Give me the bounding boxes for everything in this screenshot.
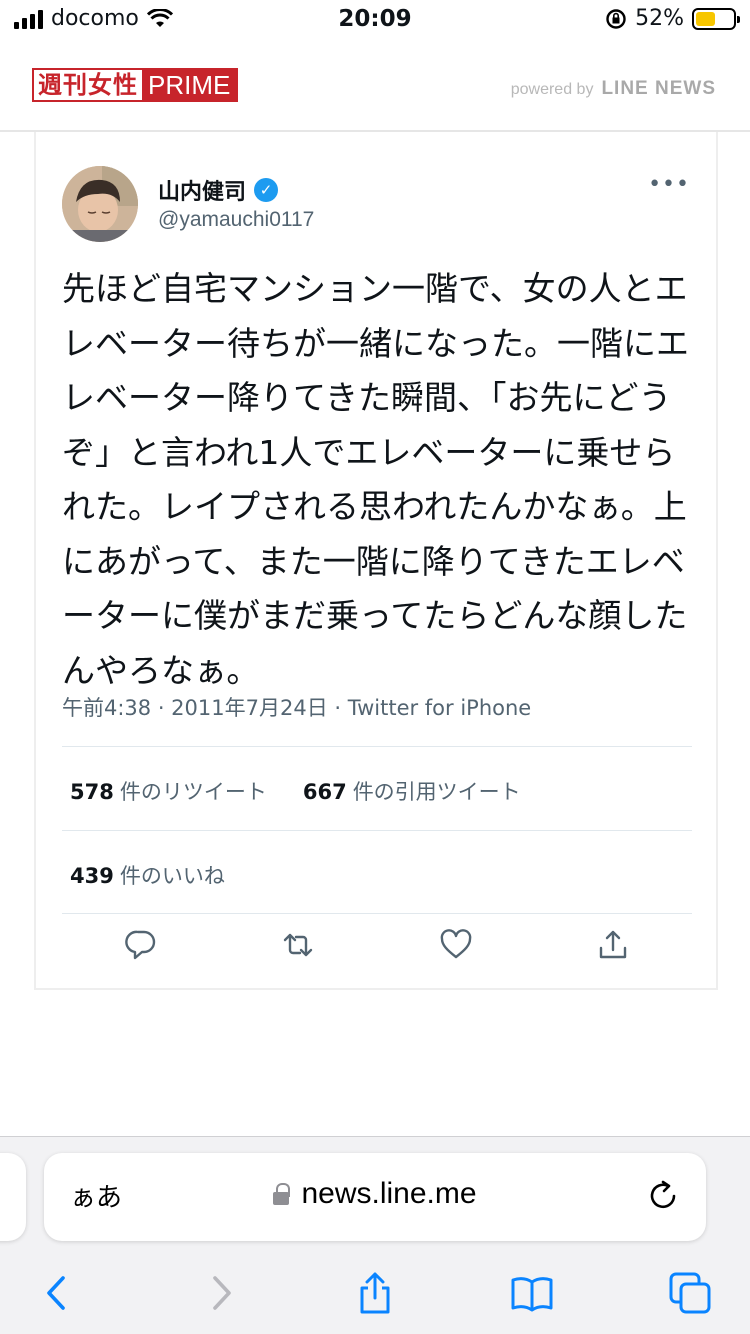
verified-badge-icon: ✓ xyxy=(254,178,279,202)
tabs-icon xyxy=(669,1272,711,1314)
author-name-text: 山内健司 xyxy=(158,180,247,205)
forward-icon xyxy=(213,1276,231,1310)
reply-icon[interactable] xyxy=(124,928,158,962)
avatar-image xyxy=(62,166,138,242)
tweet-actions xyxy=(62,928,692,962)
retweets-label: 件のリツイート xyxy=(119,780,267,804)
share-icon xyxy=(360,1272,390,1314)
battery-percent: 52% xyxy=(635,6,684,31)
battery-level xyxy=(696,11,715,26)
quotes-stat[interactable]: 667 件の引用ツイート xyxy=(303,776,521,806)
likes-stats: 439 件のいいね xyxy=(70,860,225,890)
address-bar[interactable]: ぁあ news.line.me xyxy=(44,1153,706,1241)
url-text: news.line.me xyxy=(301,1177,477,1210)
site-logo[interactable]: 週刊女性 PRIME xyxy=(32,68,239,102)
quotes-label: 件の引用ツイート xyxy=(352,780,521,804)
divider xyxy=(62,746,692,747)
tweet-text: 先ほど自宅マンション一階で、女の人とエレベーター待ちが一緒になった。一階にエレベ… xyxy=(62,269,689,690)
like-icon[interactable] xyxy=(439,928,473,962)
bookmarks-icon xyxy=(511,1277,553,1312)
status-bar: docomo 20:09 52% xyxy=(0,0,750,40)
tweet-timestamp[interactable]: 午前4:38 · 2011年7月24日 · Twitter for iPhone xyxy=(62,692,531,722)
previous-tab-preview[interactable] xyxy=(0,1153,26,1241)
powered-by: powered by LINE NEWS xyxy=(511,78,716,100)
more-options-icon[interactable]: ••• xyxy=(648,172,690,197)
tweet-embed: 山内健司 ✓ @yamauchi0117 ••• 先ほど自宅マンション一階で、女… xyxy=(34,132,718,990)
likes-label: 件のいいね xyxy=(119,864,225,888)
retweet-stats: 578 件のリツイート 667 件の引用ツイート xyxy=(70,776,521,806)
browser-toolbar xyxy=(0,1263,750,1323)
forward-button[interactable] xyxy=(190,1263,250,1323)
likes-stat[interactable]: 439 件のいいね xyxy=(70,860,225,890)
share-button[interactable] xyxy=(345,1263,405,1323)
battery-icon xyxy=(692,7,740,30)
lock-icon xyxy=(273,1183,291,1205)
powered-by-label: powered by xyxy=(510,81,594,98)
status-right: 52% xyxy=(605,6,740,31)
rotation-lock-icon xyxy=(606,8,626,29)
back-button[interactable] xyxy=(28,1263,88,1323)
divider xyxy=(62,913,692,914)
share-icon[interactable] xyxy=(596,928,630,962)
logo-en-text: PRIME xyxy=(142,70,237,100)
divider xyxy=(62,830,692,831)
retweets-count: 578 xyxy=(70,780,114,804)
quotes-count: 667 xyxy=(302,780,347,804)
powered-by-brand: LINE NEWS xyxy=(601,78,716,99)
url-display[interactable]: news.line.me xyxy=(44,1177,706,1211)
tabs-button[interactable] xyxy=(660,1263,720,1323)
tweet-author-name[interactable]: 山内健司 ✓ xyxy=(158,174,279,206)
bookmarks-button[interactable] xyxy=(502,1263,562,1323)
retweets-stat[interactable]: 578 件のリツイート xyxy=(70,776,267,806)
retweet-icon[interactable] xyxy=(281,928,315,962)
likes-count: 439 xyxy=(70,864,114,888)
site-header: 週刊女性 PRIME powered by LINE NEWS xyxy=(0,60,750,132)
browser-bottom-bar: ぁあ news.line.me xyxy=(0,1136,750,1334)
reload-icon[interactable] xyxy=(646,1179,680,1213)
back-icon xyxy=(47,1276,65,1310)
avatar[interactable] xyxy=(62,166,138,242)
tweet-author-handle[interactable]: @yamauchi0117 xyxy=(158,208,314,232)
logo-jp-text: 週刊女性 xyxy=(34,70,142,100)
